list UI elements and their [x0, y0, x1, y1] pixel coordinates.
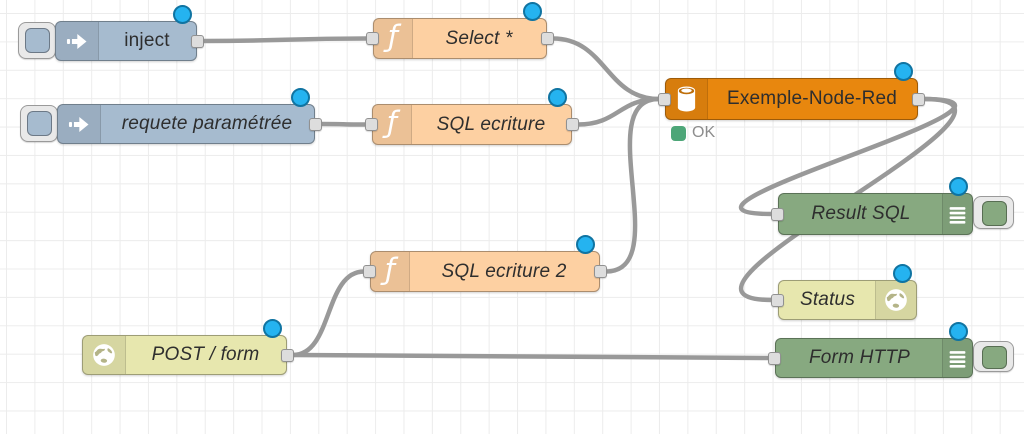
node-label: Status: [799, 289, 856, 310]
debug-list-icon: [949, 206, 966, 224]
node-status[interactable]: Status: [771, 264, 917, 320]
changed-badge: [893, 264, 912, 283]
inject-arrow-icon: [66, 33, 87, 49]
input-port[interactable]: [658, 92, 671, 106]
node-form-http[interactable]: Form HTTP: [768, 322, 1014, 378]
node-select[interactable]: ƒ Select *: [366, 2, 554, 59]
icon-strip: [666, 79, 708, 119]
changed-badge: [523, 2, 542, 21]
changed-badge: [291, 88, 310, 107]
node-label: inject: [124, 30, 170, 51]
input-port[interactable]: [363, 265, 376, 278]
input-port[interactable]: [366, 32, 379, 45]
icon-strip: ƒ: [374, 19, 413, 58]
flow-canvas[interactable]: inject requete paramétrée ƒ Select * ƒ SQL e…: [0, 0, 1024, 434]
changed-badge: [949, 322, 968, 341]
changed-badge: [576, 235, 595, 254]
node-label: Select *: [445, 27, 513, 49]
inject-button-face[interactable]: [25, 28, 50, 53]
function-icon: ƒ: [384, 252, 396, 286]
output-port[interactable]: [281, 348, 294, 362]
debug-toggle-button[interactable]: [973, 196, 1014, 229]
changed-badge: [894, 62, 913, 81]
inject-arrow-icon: [68, 116, 89, 132]
nodes-layer: inject requete paramétrée ƒ Select * ƒ SQL e…: [0, 0, 1024, 434]
node-result-sql[interactable]: Result SQL: [771, 177, 1014, 235]
node-status: OK: [671, 124, 715, 142]
input-port[interactable]: [768, 351, 781, 365]
changed-badge: [263, 319, 282, 338]
node-label: SQL ecriture 2: [441, 260, 567, 282]
icon-strip: [875, 281, 916, 319]
output-port[interactable]: [309, 117, 322, 131]
icon-strip: [83, 336, 126, 374]
debug-toggle-face[interactable]: [982, 201, 1007, 226]
output-port[interactable]: [912, 92, 925, 106]
output-port[interactable]: [594, 265, 607, 278]
node-inject[interactable]: inject: [18, 5, 204, 61]
icon-strip: [942, 194, 972, 234]
node-label: SQL ecriture: [436, 113, 546, 135]
node-sql-ecriture-2[interactable]: ƒ SQL ecriture 2: [363, 235, 607, 292]
icon-strip: [942, 339, 972, 377]
function-icon: ƒ: [386, 105, 398, 139]
node-label: Form HTTP: [808, 347, 910, 368]
status-text: OK: [692, 124, 716, 141]
node-requete-parametree[interactable]: requete paramétrée: [20, 88, 322, 144]
changed-badge: [548, 88, 567, 107]
database-icon: [677, 86, 696, 112]
icon-strip: ƒ: [371, 252, 410, 291]
icon-strip: ƒ: [373, 105, 412, 144]
output-port[interactable]: [191, 34, 204, 48]
status-dot-icon: [671, 125, 686, 141]
input-port[interactable]: [771, 207, 784, 221]
changed-badge: [949, 177, 968, 196]
node-post-form[interactable]: POST / form: [82, 319, 294, 375]
globe-icon: [93, 344, 115, 366]
globe-icon: [885, 289, 907, 311]
icon-strip: [56, 22, 99, 60]
inject-button[interactable]: [18, 22, 56, 59]
inject-button[interactable]: [20, 105, 58, 142]
debug-toggle-face[interactable]: [982, 346, 1007, 369]
node-sql-ecriture[interactable]: ƒ SQL ecriture: [365, 88, 579, 145]
node-label: Result SQL: [811, 203, 911, 224]
output-port[interactable]: [541, 32, 554, 45]
node-exemple-node-red[interactable]: Exemple-Node-Red OK: [658, 62, 925, 141]
input-port[interactable]: [365, 118, 378, 131]
debug-toggle-button[interactable]: [973, 341, 1014, 372]
output-port[interactable]: [566, 118, 579, 131]
node-label: POST / form: [151, 344, 260, 365]
debug-list-icon: [949, 350, 966, 368]
node-label: requete paramétrée: [121, 113, 293, 134]
function-icon: ƒ: [387, 19, 399, 53]
inject-button-face[interactable]: [27, 111, 52, 136]
input-port[interactable]: [771, 293, 784, 307]
changed-badge: [173, 5, 192, 24]
node-label: Exemple-Node-Red: [726, 88, 898, 109]
icon-strip: [58, 105, 101, 143]
